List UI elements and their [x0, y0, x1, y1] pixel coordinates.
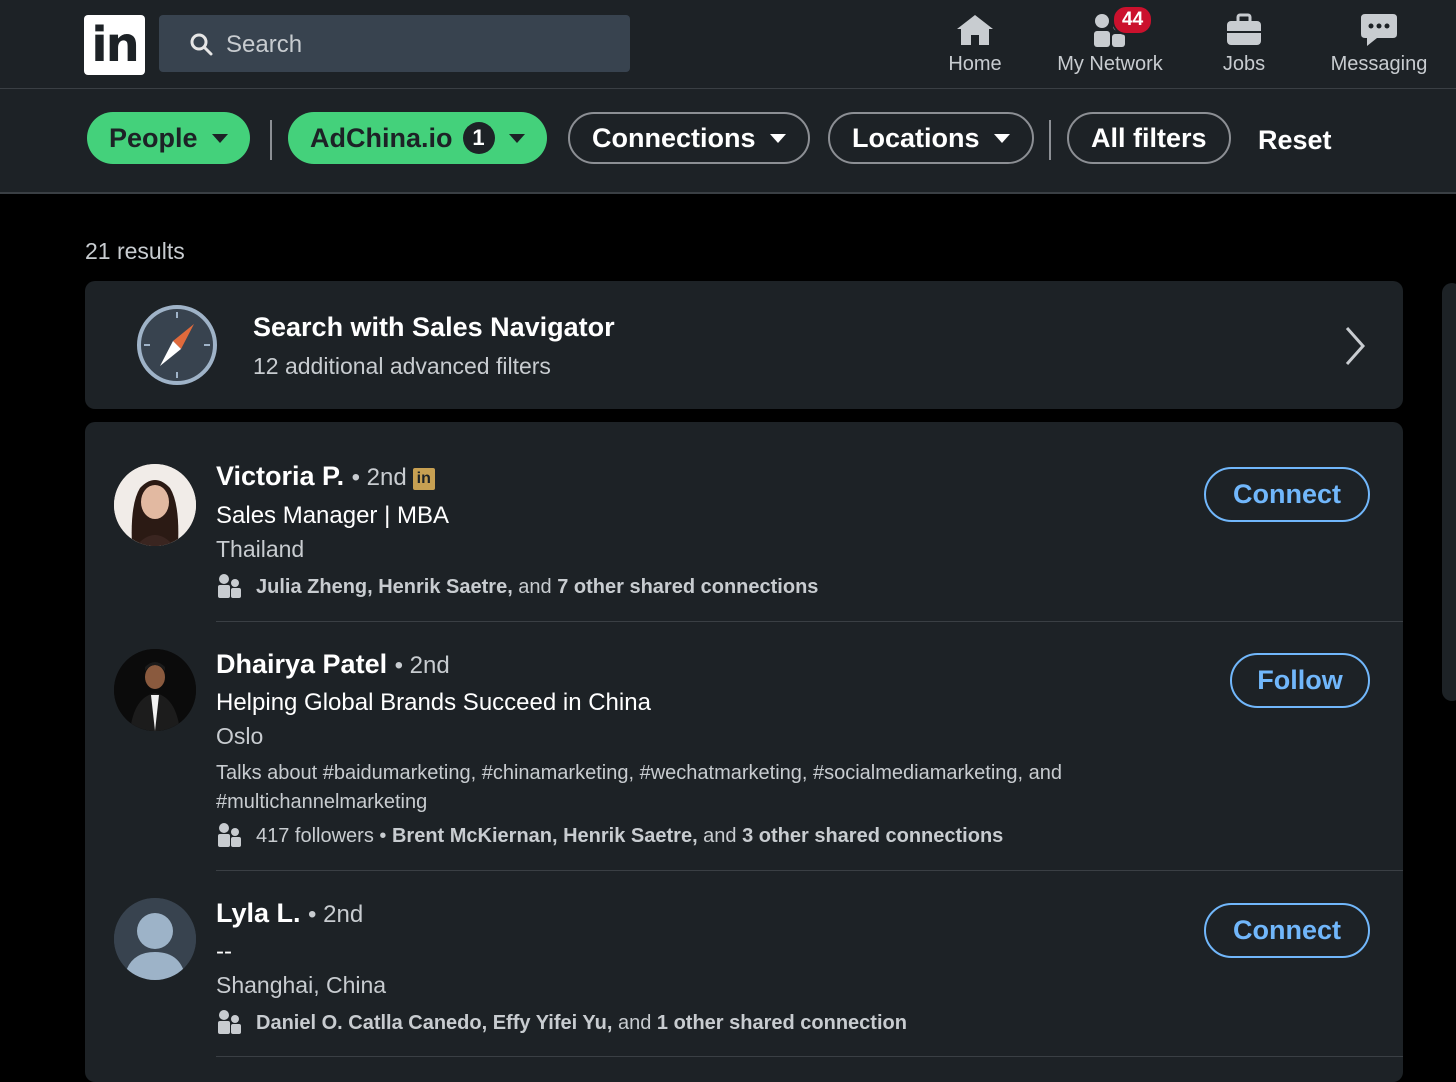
results-count: 21 results	[85, 238, 185, 264]
shared-connection-names[interactable]: Julia Zheng, Henrik Saetre,	[256, 576, 513, 598]
person-name[interactable]: Dhairya Patel	[216, 649, 387, 679]
shared-connection-names[interactable]: Brent McKiernan, Henrik Saetre,	[392, 825, 698, 847]
caret-down-icon	[211, 133, 228, 143]
connection-degree: • 2nd	[394, 652, 450, 679]
shared-connections[interactable]: Julia Zheng, Henrik Saetre, and 7 other …	[216, 573, 818, 599]
connection-degree: • 2nd	[351, 464, 407, 491]
person-name[interactable]: Victoria P.	[216, 461, 344, 491]
result-name[interactable]: Lyla L. • 2nd	[216, 898, 363, 929]
shared-other-count[interactable]: 3 other shared connections	[742, 825, 1003, 847]
search-input[interactable]: Search	[159, 15, 630, 72]
side-panel-edge	[1442, 283, 1456, 701]
separator-dot: •	[373, 825, 392, 847]
filter-locations-label: Locations	[852, 122, 980, 153]
people-icon	[218, 823, 241, 847]
people-icon	[218, 574, 241, 598]
result-headline: Sales Manager | MBA	[216, 502, 450, 529]
sales-navigator-title: Search with Sales Navigator	[253, 312, 615, 342]
result-item: Victoria P. • 2nd in Sales Manager | MBA …	[85, 422, 1403, 622]
compass-icon	[137, 305, 217, 385]
result-location: Thailand	[216, 536, 305, 562]
shared-connections[interactable]: 417 followers • Brent McKiernan, Henrik …	[216, 822, 1003, 848]
profile-photo	[114, 464, 196, 546]
nav-messaging-label: Messaging	[1330, 53, 1428, 75]
sales-navigator-subtitle: 12 additional advanced filters	[253, 353, 551, 379]
people-icon	[218, 1010, 241, 1034]
linkedin-logo[interactable]: in	[84, 15, 145, 75]
result-name[interactable]: Victoria P. • 2nd in	[216, 461, 435, 492]
divider	[216, 1056, 1403, 1057]
filter-connections[interactable]: Connections	[568, 112, 810, 164]
filter-divider	[270, 120, 272, 160]
sales-navigator-card[interactable]: Search with Sales Navigator 12 additiona…	[85, 281, 1403, 409]
shared-other-count[interactable]: 7 other shared connections	[557, 576, 818, 598]
caret-down-icon	[769, 133, 786, 143]
caret-down-icon	[993, 133, 1010, 143]
filter-people[interactable]: People	[87, 112, 250, 164]
filter-people-label: People	[109, 122, 198, 153]
connect-button[interactable]: Connect	[1204, 467, 1370, 522]
shared-and: and	[612, 1012, 657, 1034]
briefcase-icon	[1227, 13, 1261, 45]
nav-home-label: Home	[948, 53, 1002, 75]
followers-count: 417 followers	[256, 825, 374, 847]
connect-button[interactable]: Connect	[1204, 903, 1370, 958]
result-headline: Helping Global Brands Succeed in China	[216, 689, 651, 716]
messaging-icon	[1361, 14, 1397, 46]
filter-count-badge: 1	[462, 122, 495, 154]
filter-connections-label: Connections	[592, 122, 756, 153]
search-results-list: Victoria P. • 2nd in Sales Manager | MBA …	[85, 422, 1403, 1082]
nav-my-network[interactable]: 44 My Network	[1045, 5, 1175, 80]
avatar[interactable]	[114, 649, 196, 731]
result-item: Lyla L. • 2nd -- Shanghai, China Daniel …	[85, 871, 1403, 1057]
nav-messaging[interactable]: Messaging	[1324, 10, 1434, 80]
result-location: Oslo	[216, 723, 264, 749]
shared-connection-names[interactable]: Daniel O. Catlla Canedo, Effy Yifei Yu,	[256, 1012, 612, 1034]
result-headline: --	[216, 938, 232, 965]
nav-home[interactable]: Home	[935, 10, 1015, 80]
network-badge: 44	[1112, 5, 1154, 35]
search-icon	[190, 33, 213, 56]
premium-icon: in	[412, 468, 435, 490]
filter-divider	[1049, 120, 1051, 160]
nav-jobs-label: Jobs	[1222, 53, 1266, 75]
connection-degree: • 2nd	[308, 901, 364, 928]
caret-down-icon	[508, 133, 525, 143]
search-placeholder: Search	[226, 31, 303, 58]
shared-connections[interactable]: Daniel O. Catlla Canedo, Effy Yifei Yu, …	[216, 1009, 907, 1035]
filter-bar: People AdChina.io 1 Connections Location…	[0, 89, 1456, 194]
result-name[interactable]: Dhairya Patel • 2nd	[216, 649, 450, 680]
shared-other-count[interactable]: 1 other shared connection	[657, 1012, 907, 1034]
nav-my-network-label: My Network	[1057, 53, 1163, 75]
avatar[interactable]	[114, 898, 196, 980]
person-name[interactable]: Lyla L.	[216, 898, 301, 928]
all-filters-button[interactable]: All filters	[1067, 112, 1231, 164]
reset-button[interactable]: Reset	[1258, 125, 1332, 156]
avatar[interactable]	[114, 464, 196, 546]
nav-jobs[interactable]: Jobs	[1210, 10, 1278, 80]
chevron-right-icon	[1345, 327, 1366, 365]
follow-button[interactable]: Follow	[1230, 653, 1370, 708]
filter-current-company[interactable]: AdChina.io 1	[288, 112, 547, 164]
filter-locations[interactable]: Locations	[828, 112, 1034, 164]
home-icon	[957, 15, 993, 45]
result-talks-about: Talks about #baidumarketing, #chinamarke…	[216, 762, 1063, 813]
all-filters-label: All filters	[1091, 122, 1207, 153]
result-location: Shanghai, China	[216, 972, 387, 998]
result-item: Dhairya Patel • 2nd Helping Global Brand…	[85, 622, 1403, 870]
filter-company-label: AdChina.io	[310, 122, 453, 153]
shared-and: and	[512, 576, 558, 598]
default-avatar-icon	[114, 898, 196, 980]
shared-and: and	[697, 825, 743, 847]
profile-photo	[114, 649, 196, 731]
top-nav: in Search Home 44 My Network Jobs Messag…	[0, 0, 1456, 89]
